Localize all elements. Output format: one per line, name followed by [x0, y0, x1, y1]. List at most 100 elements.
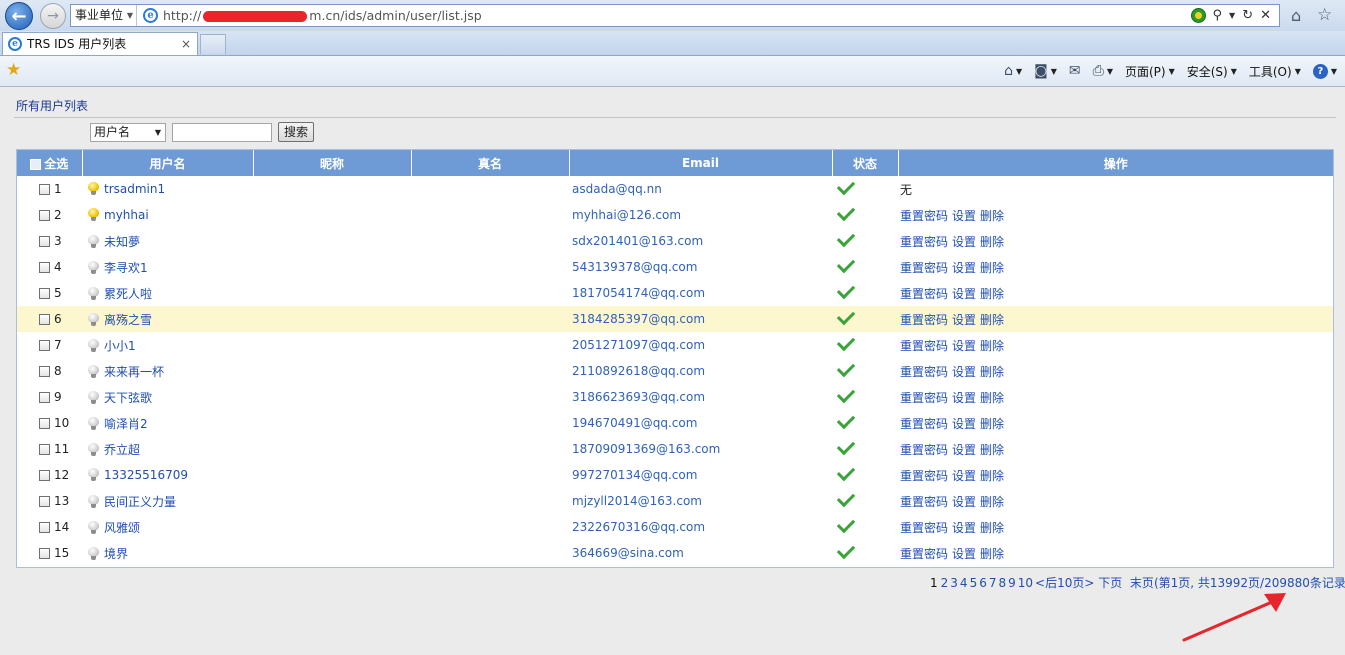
page-number-link[interactable]: 7	[989, 576, 997, 590]
page-number-link[interactable]: 9	[1008, 576, 1016, 590]
settings-link[interactable]: 设置	[952, 209, 976, 223]
username-link[interactable]: 民间正义力量	[104, 495, 176, 509]
home-button[interactable]: ⌂ ▼	[1004, 63, 1022, 79]
delete-link[interactable]: 删除	[980, 339, 1004, 353]
username-link[interactable]: 天下弦歌	[104, 391, 152, 405]
settings-link[interactable]: 设置	[952, 287, 976, 301]
page-menu[interactable]: 页面(P) ▼	[1125, 63, 1175, 80]
row-checkbox[interactable]	[39, 313, 50, 325]
row-checkbox[interactable]	[39, 209, 50, 221]
row-checkbox[interactable]	[39, 521, 50, 533]
print-button[interactable]: ⎙ ▼	[1093, 63, 1113, 79]
username-link[interactable]: 喻泽肖2	[104, 417, 148, 431]
settings-link[interactable]: 设置	[952, 417, 976, 431]
reset-password-link[interactable]: 重置密码	[900, 365, 948, 379]
reset-password-link[interactable]: 重置密码	[900, 443, 948, 457]
tools-menu[interactable]: 工具(O) ▼	[1249, 63, 1301, 80]
row-checkbox[interactable]	[39, 183, 50, 195]
page-number-link[interactable]: 2	[941, 576, 949, 590]
home-icon[interactable]: ⌂	[1291, 6, 1301, 25]
reset-password-link[interactable]: 重置密码	[900, 287, 948, 301]
settings-link[interactable]: 设置	[952, 547, 976, 561]
settings-link[interactable]: 设置	[952, 339, 976, 353]
delete-link[interactable]: 删除	[980, 469, 1004, 483]
username-link[interactable]: 境界	[104, 547, 128, 561]
stop-icon[interactable]: ✕	[1260, 8, 1271, 23]
row-checkbox[interactable]	[39, 391, 50, 403]
row-checkbox[interactable]	[39, 261, 50, 273]
reset-password-link[interactable]: 重置密码	[900, 235, 948, 249]
help-menu[interactable]: ? ▼	[1312, 63, 1337, 79]
page-number-link[interactable]: 6	[979, 576, 987, 590]
delete-link[interactable]: 删除	[980, 287, 1004, 301]
username-link[interactable]: 乔立超	[104, 443, 140, 457]
delete-link[interactable]: 删除	[980, 443, 1004, 457]
reset-password-link[interactable]: 重置密码	[900, 417, 948, 431]
username-link[interactable]: 累死人啦	[104, 287, 152, 301]
page-number-link[interactable]: 3	[950, 576, 958, 590]
username-link[interactable]: 小小1	[104, 339, 136, 353]
settings-link[interactable]: 设置	[952, 365, 976, 379]
delete-link[interactable]: 删除	[980, 235, 1004, 249]
delete-link[interactable]: 删除	[980, 261, 1004, 275]
reset-password-link[interactable]: 重置密码	[900, 521, 948, 535]
username-link[interactable]: trsadmin1	[104, 182, 165, 196]
delete-link[interactable]: 删除	[980, 417, 1004, 431]
username-link[interactable]: 李寻欢1	[104, 261, 148, 275]
settings-link[interactable]: 设置	[952, 261, 976, 275]
row-checkbox[interactable]	[39, 547, 50, 559]
settings-link[interactable]: 设置	[952, 443, 976, 457]
select-all-header[interactable]: 全选	[17, 150, 83, 176]
select-all-checkbox[interactable]	[30, 158, 42, 170]
delete-link[interactable]: 删除	[980, 365, 1004, 379]
chevron-down-icon[interactable]: ▼	[1229, 11, 1235, 20]
next-10-pages-link[interactable]: <后10页>	[1035, 576, 1094, 590]
row-checkbox[interactable]	[39, 469, 50, 481]
reset-password-link[interactable]: 重置密码	[900, 261, 948, 275]
reset-password-link[interactable]: 重置密码	[900, 209, 948, 223]
compatibility-view-icon[interactable]	[1190, 8, 1206, 23]
row-checkbox[interactable]	[39, 339, 50, 351]
url-field[interactable]: http:// m.cn/ids/admin/user/list.jsp	[163, 5, 482, 26]
back-button[interactable]: ←	[5, 2, 33, 30]
last-page-link[interactable]: 末页	[1130, 576, 1154, 590]
row-checkbox[interactable]	[39, 443, 50, 455]
search-field-select[interactable]: 用户名 ▼	[90, 122, 166, 142]
search-button[interactable]: 搜索	[278, 122, 315, 142]
new-tab-button[interactable]	[200, 34, 226, 54]
username-link[interactable]: 未知夢	[104, 235, 140, 249]
tab-close-icon[interactable]: ×	[181, 33, 191, 55]
feeds-button[interactable]: ◙ ▼	[1034, 63, 1057, 79]
forward-button[interactable]: →	[40, 3, 66, 29]
username-link[interactable]: 离殇之雪	[104, 313, 152, 327]
page-number-link[interactable]: 10	[1018, 576, 1033, 590]
username-link[interactable]: 来来再一杯	[104, 365, 164, 379]
username-link[interactable]: 13325516709	[104, 468, 188, 482]
reset-password-link[interactable]: 重置密码	[900, 313, 948, 327]
settings-link[interactable]: 设置	[952, 521, 976, 535]
username-link[interactable]: myhhai	[104, 208, 149, 222]
settings-link[interactable]: 设置	[952, 391, 976, 405]
row-checkbox[interactable]	[39, 287, 50, 299]
row-checkbox[interactable]	[39, 235, 50, 247]
mail-button[interactable]: ✉	[1069, 63, 1081, 79]
reset-password-link[interactable]: 重置密码	[900, 339, 948, 353]
page-number-link[interactable]: 8	[998, 576, 1006, 590]
reset-password-link[interactable]: 重置密码	[900, 391, 948, 405]
row-checkbox[interactable]	[39, 495, 50, 507]
safety-menu[interactable]: 安全(S) ▼	[1187, 63, 1237, 80]
search-icon[interactable]: ⚲	[1213, 8, 1223, 23]
reset-password-link[interactable]: 重置密码	[900, 469, 948, 483]
settings-link[interactable]: 设置	[952, 313, 976, 327]
settings-link[interactable]: 设置	[952, 469, 976, 483]
page-number-link[interactable]: 5	[970, 576, 978, 590]
delete-link[interactable]: 删除	[980, 313, 1004, 327]
next-page-link[interactable]: 下页	[1098, 576, 1122, 590]
row-checkbox[interactable]	[39, 365, 50, 377]
row-checkbox[interactable]	[39, 417, 50, 429]
page-number-link[interactable]: 4	[960, 576, 968, 590]
reset-password-link[interactable]: 重置密码	[900, 495, 948, 509]
delete-link[interactable]: 删除	[980, 209, 1004, 223]
add-favorites-icon[interactable]: ★	[6, 60, 21, 80]
tab-user-list[interactable]: e TRS IDS 用户列表 ×	[2, 32, 198, 55]
